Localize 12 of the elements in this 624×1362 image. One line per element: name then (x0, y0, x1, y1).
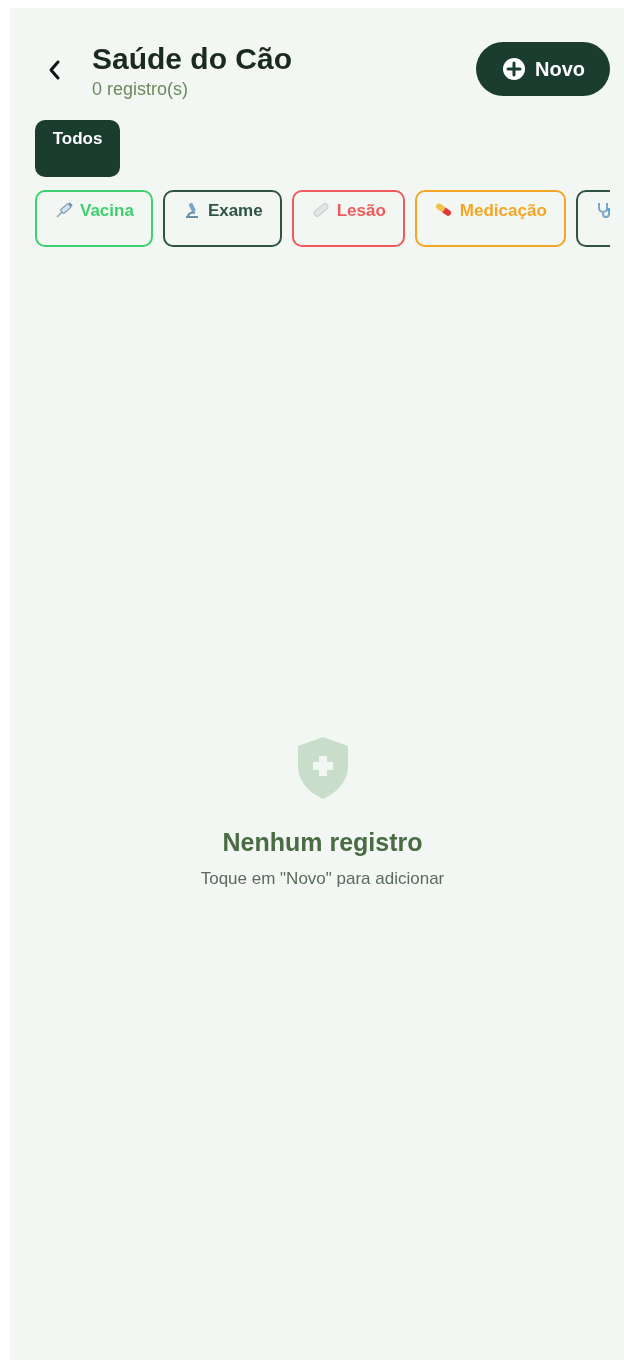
filter-chip[interactable]: Todos (35, 120, 120, 177)
pill-icon (433, 201, 454, 219)
new-button[interactable]: Novo (476, 42, 610, 96)
empty-title: Nenhum registro (222, 828, 423, 857)
empty-message: Toque em "Novo" para adicionar (200, 869, 445, 889)
shield-plus-icon (295, 736, 350, 800)
record-count: 0 registro(s) (92, 79, 190, 100)
syringe-icon (54, 201, 74, 219)
plus-circle-icon (502, 57, 526, 81)
back-icon[interactable] (47, 59, 61, 81)
page-title: Saúde do Cão (92, 41, 294, 77)
category-chip[interactable]: Exame (162, 190, 282, 247)
